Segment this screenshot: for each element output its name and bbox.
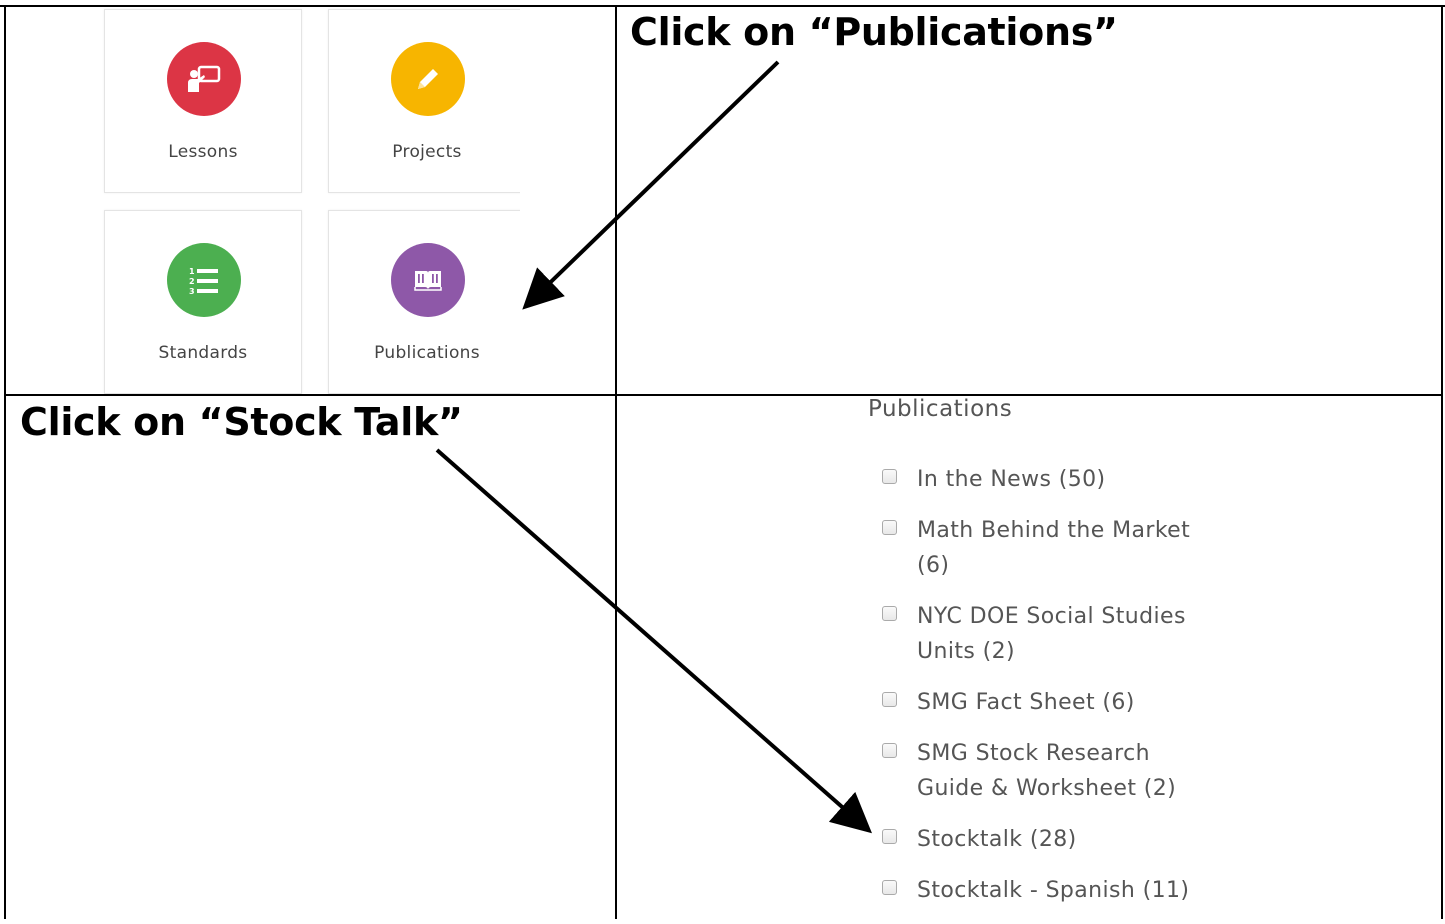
projects-label: Projects [392,142,462,162]
publication-filter-label: SMG Fact Sheet (6) [917,690,1135,715]
lessons-label: Lessons [168,142,238,162]
lessons-icon-circle [167,42,241,116]
publication-filter-label: Math Behind the Market (6) [917,518,1191,578]
publication-filter-item-stocktalk[interactable]: Stocktalk (28) [882,822,1222,857]
publication-filter-item[interactable]: Stocktalk - Spanish (11) [882,873,1222,908]
table-border-left [4,5,6,919]
svg-text:1: 1 [189,267,195,276]
open-book-icon [414,271,442,291]
standards-tile[interactable]: 1 2 3 Standards [104,210,302,394]
projects-icon-circle [391,42,465,116]
arrow-to-publications [522,60,780,310]
publications-label: Publications [374,343,480,363]
pencil-icon [418,69,438,89]
checkbox[interactable] [882,520,897,535]
checkbox[interactable] [882,829,897,844]
instruction-publications: Click on “Publications” [630,10,1118,54]
publication-filter-item[interactable]: SMG Fact Sheet (6) [882,685,1222,720]
table-border-middle-horizontal [4,394,1443,396]
teacher-board-icon [188,65,221,92]
publication-filter-label: Stocktalk - Spanish (11) [917,878,1190,903]
svg-text:3: 3 [189,287,195,295]
table-border-right [1441,5,1443,919]
table-border-middle-vertical [615,5,617,919]
lessons-tile[interactable]: Lessons [104,9,302,193]
checkbox[interactable] [882,692,897,707]
publication-filter-item[interactable]: SMG Stock Research Guide & Worksheet (2) [882,736,1222,806]
checkbox[interactable] [882,880,897,895]
publication-filter-label: Stocktalk (28) [917,827,1077,852]
numbered-list-icon: 1 2 3 [189,267,218,295]
publication-filter-item[interactable]: NYC DOE Social Studies Units (2) [882,599,1222,669]
publications-icon-circle [391,243,465,317]
publication-filter-label: NYC DOE Social Studies Units (2) [917,604,1186,664]
publications-filter-list: In the News (50) Math Behind the Market … [882,462,1222,924]
publications-heading: Publications [868,396,1013,422]
checkbox[interactable] [882,469,897,484]
standards-label: Standards [158,343,248,363]
instruction-stocktalk: Click on “Stock Talk” [20,400,463,444]
arrow-to-stocktalk [435,448,873,834]
publication-filter-item[interactable]: Math Behind the Market (6) [882,513,1222,583]
publication-filter-item[interactable]: In the News (50) [882,462,1222,497]
checkbox[interactable] [882,743,897,758]
standards-icon-circle: 1 2 3 [167,243,241,317]
svg-text:2: 2 [189,277,195,286]
projects-tile[interactable]: Projects [328,9,520,193]
publication-filter-label: In the News (50) [917,467,1106,492]
publication-filter-label: SMG Stock Research Guide & Worksheet (2) [917,741,1177,801]
checkbox[interactable] [882,606,897,621]
tile-grid-crop: Lessons Projects 1 2 3 Standards Publica… [100,7,520,394]
publications-tile[interactable]: Publications [328,210,520,394]
